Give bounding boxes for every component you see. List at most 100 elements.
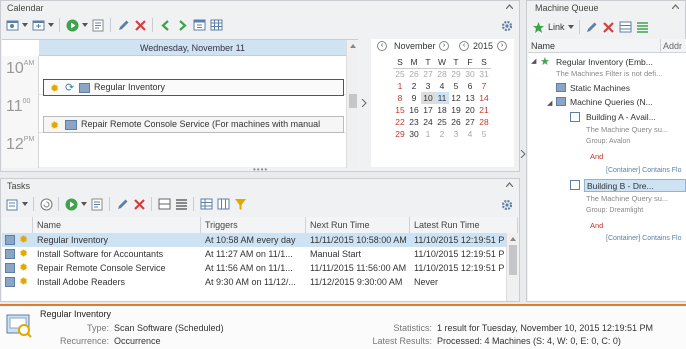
collapse-caret-icon[interactable] <box>672 4 679 9</box>
next-month-icon[interactable]: › <box>439 41 449 51</box>
mini-month[interactable]: November <box>394 41 436 51</box>
query-condition: [Container] Contains Flo <box>606 167 682 174</box>
delete-icon[interactable] <box>602 20 616 34</box>
link-button[interactable]: Link <box>548 22 565 32</box>
tree-item-static-machines[interactable]: Static Machines <box>570 83 630 93</box>
query-and: And <box>590 221 604 230</box>
mini-calendar: ‹ November › ‹ 2015 › SMTWTFS 25 26 27 28 29… <box>371 39 514 167</box>
expand-right-icon[interactable] <box>361 99 367 107</box>
col-name[interactable]: Name <box>33 217 201 233</box>
table-row[interactable]: ✹ Repair Remote Console Service At 11:56… <box>2 261 506 275</box>
tree-item-building-b[interactable]: Building B - Dre... <box>587 181 654 191</box>
mini-week-row: 25 26 27 28 29 30 31 <box>395 69 489 80</box>
tree-item-machine-queries[interactable]: Machine Queries (N... <box>570 97 653 107</box>
edit-icon[interactable] <box>116 18 130 32</box>
collapse-left-icon[interactable] <box>520 150 526 158</box>
run-icon[interactable] <box>65 18 79 32</box>
tasks-rows: ✹ Regular Inventory At 10:58 AM every da… <box>2 233 518 301</box>
event-regular-inventory[interactable]: ✹ ⟳ Regular Inventory <box>43 79 344 96</box>
query-and: And <box>590 152 604 161</box>
details-type-value: Scan Software (Scheduled) <box>114 323 224 333</box>
collapse-caret-icon[interactable] <box>506 182 513 187</box>
col-triggers[interactable]: Triggers <box>201 217 306 233</box>
properties-icon[interactable] <box>91 18 105 32</box>
query-group: Group: Dreamlight <box>586 207 644 214</box>
details-latest-label: Latest Results: <box>372 336 432 346</box>
col-icon <box>2 217 33 233</box>
sun-icon: ✹ <box>19 262 29 274</box>
event-repair-remote-console[interactable]: ✹ Repair Remote Console Service (For mac… <box>43 116 344 133</box>
tasks-scrollbar[interactable] <box>506 233 518 301</box>
new-task-icon[interactable] <box>5 197 19 211</box>
collapse-caret-icon[interactable] <box>506 4 513 9</box>
details-recurrence-label: Recurrence: <box>59 336 109 346</box>
day-scrollbar[interactable] <box>346 40 358 168</box>
col-latest-run[interactable]: Latest Run Time <box>410 217 518 233</box>
scroll-up-icon[interactable] <box>509 235 517 243</box>
columns-icon[interactable] <box>216 197 230 211</box>
delete-icon[interactable] <box>133 18 147 32</box>
scroll-up-icon[interactable] <box>349 42 357 50</box>
dropdown-arrow-icon[interactable] <box>81 201 87 207</box>
list-view-icon[interactable] <box>636 20 650 34</box>
tree-item-regular-inventory[interactable]: Regular Inventory (Emb... <box>556 57 653 67</box>
table-row[interactable]: ✹ Regular Inventory At 10:58 AM every da… <box>2 233 506 247</box>
month-view-icon[interactable] <box>209 18 223 32</box>
machine-queue-title: Machine Queue <box>535 3 599 13</box>
calendar-title: Calendar <box>7 3 44 13</box>
dropdown-arrow-icon[interactable] <box>567 24 574 30</box>
selected-day-cell[interactable]: 11 <box>435 92 449 104</box>
tree-item-building-a[interactable]: Building A - Avail... <box>586 112 656 122</box>
settings-icon[interactable] <box>501 20 513 32</box>
tree-expand-icon[interactable]: ◢ <box>531 57 536 65</box>
dropdown-arrow-icon[interactable] <box>22 201 28 207</box>
splitter-grip-icon[interactable]: •••• <box>253 165 268 174</box>
tasks-table-header: Name Triggers Next Run Time Latest Run T… <box>2 217 518 233</box>
tree-expand-icon[interactable]: ◢ <box>547 99 552 107</box>
refresh-icon[interactable] <box>39 197 53 211</box>
day-view-icon[interactable] <box>192 18 206 32</box>
hour-12: 12PM <box>6 136 35 153</box>
filter-icon[interactable] <box>233 197 247 211</box>
col-next-run[interactable]: Next Run Time <box>306 217 410 233</box>
grid-view-icon[interactable] <box>619 20 633 34</box>
run-icon[interactable] <box>64 197 78 211</box>
edit-icon[interactable] <box>115 197 129 211</box>
tasks-panel: Tasks Name Triggers Next Run Time Latest… <box>0 178 520 302</box>
next-icon[interactable] <box>175 18 189 32</box>
today-cell[interactable]: 10 <box>421 92 435 104</box>
link-icon[interactable] <box>531 20 545 34</box>
settings-icon[interactable] <box>501 199 513 211</box>
details-bar: Regular Inventory Type: Scan Software (S… <box>0 304 686 349</box>
scroll-thumb[interactable] <box>509 245 517 275</box>
prev-year-icon[interactable]: ‹ <box>459 41 469 51</box>
edit-icon[interactable] <box>585 20 599 34</box>
star-icon: ★ <box>540 56 550 68</box>
dropdown-arrow-icon[interactable] <box>82 22 88 28</box>
list-view-icon[interactable] <box>174 197 188 211</box>
mini-calendar-header: ‹ November › ‹ 2015 › <box>371 41 514 53</box>
grid-view-icon[interactable] <box>199 197 213 211</box>
mini-dow-row: SMTWTFS <box>393 56 491 68</box>
recurring-icon: ⟳ <box>65 82 75 94</box>
details-latest-value: Processed: 4 Machines (S: 4, W: 0, E: 0,… <box>437 336 621 346</box>
calendar-view-icon[interactable] <box>5 18 19 32</box>
table-row[interactable]: ✹ Install Software for Accountants At 11… <box>2 247 506 261</box>
next-year-icon[interactable]: › <box>497 41 507 51</box>
task-type-icon <box>5 249 15 259</box>
tasks-table: Name Triggers Next Run Time Latest Run T… <box>2 217 518 301</box>
dropdown-arrow-icon[interactable] <box>22 22 28 28</box>
dropdown-arrow-icon[interactable] <box>48 22 54 28</box>
details-title: Regular Inventory <box>40 309 112 319</box>
scroll-thumb[interactable] <box>349 94 357 108</box>
calendar-add-icon[interactable] <box>31 18 45 32</box>
day-view: Wednesday, November 11 10AM 1100 12PM ✹ … <box>2 39 358 168</box>
delete-icon[interactable] <box>132 197 146 211</box>
task-large-icon <box>6 312 32 338</box>
previous-icon[interactable] <box>158 18 172 32</box>
mini-year[interactable]: 2015 <box>473 41 493 51</box>
properties-icon[interactable] <box>90 197 104 211</box>
prev-month-icon[interactable]: ‹ <box>377 41 387 51</box>
table-row[interactable]: ✹ Install Adobe Readers At 9:30 AM on 11… <box>2 275 506 289</box>
split-view-icon[interactable] <box>157 197 171 211</box>
